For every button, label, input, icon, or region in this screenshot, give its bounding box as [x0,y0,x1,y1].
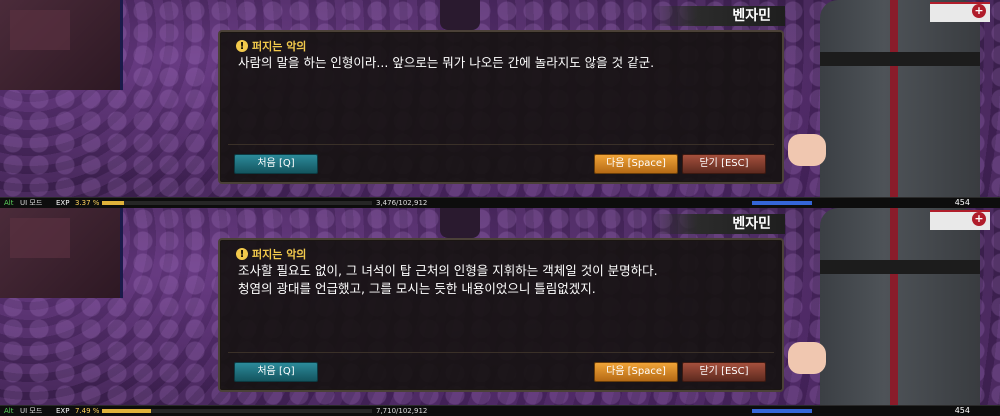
hand [788,342,826,374]
speaker-portrait: + [780,0,1000,208]
alt-key-label: Alt [4,407,14,415]
close-button[interactable]: 닫기 [ESC] [682,154,766,174]
cross-icon: + [972,212,986,226]
dialogue-text: 조사할 필요도 없이, 그 녀석이 탑 근처의 인형을 지휘하는 객체일 것이 … [238,263,658,296]
speaker-portrait: + [780,208,1000,416]
mp-bar [752,409,812,413]
dialogue-screen-1: + 벤자민 ! 퍼지는 악의 사람의 말을 하는 인형이라... 앞으로는 뭐가… [0,0,1000,208]
exp-bar [102,409,372,413]
dialogue-text: 사람의 말을 하는 인형이라... 앞으로는 뭐가 나오든 간에 놀라지도 않을… [238,55,655,70]
npc-figure [440,0,480,30]
coat-stripe [890,0,898,208]
quest-title-text: 퍼지는 악의 [252,248,307,261]
first-button[interactable]: 처음 [Q] [234,362,318,382]
divider [228,352,774,353]
warning-icon: ! [236,248,248,260]
hp-value: 454 [954,406,970,415]
speaker-name: 벤자민 [651,6,785,26]
divider [228,144,774,145]
exp-value: 3,476/102,912 [376,199,428,207]
hp-value: 454 [954,198,970,207]
dialogue-screen-2: + 벤자민 ! 퍼지는 악의 조사할 필요도 없이, 그 녀석이 탑 근처의 인… [0,208,1000,416]
quest-title-text: 퍼지는 악의 [252,40,307,53]
ui-mode-label[interactable]: UI 모드 [20,407,42,415]
exp-label: EXP [56,199,70,207]
exp-bar-fill [102,201,124,205]
exp-bar-fill [102,409,151,413]
crate-object [0,0,123,90]
ui-mode-label[interactable]: UI 모드 [20,199,42,207]
next-button[interactable]: 다음 [Space] [594,362,678,382]
warning-icon: ! [236,40,248,52]
exp-percent: 3.37 % [75,199,100,207]
next-button[interactable]: 다음 [Space] [594,154,678,174]
npc-figure [440,208,480,238]
close-button[interactable]: 닫기 [ESC] [682,362,766,382]
dialogue-box: ! 퍼지는 악의 사람의 말을 하는 인형이라... 앞으로는 뭐가 나오든 간… [218,30,784,184]
crate-object [0,208,123,298]
speaker-name: 벤자민 [651,214,785,234]
status-bar: Alt UI 모드 EXP 3.37 % 3,476/102,912 454 [0,197,1000,208]
mp-bar [752,201,812,205]
alt-key-label: Alt [4,199,14,207]
exp-label: EXP [56,407,70,415]
coat [820,0,980,208]
hand [788,134,826,166]
belt [820,52,980,66]
exp-percent: 7.49 % [75,407,100,415]
quest-title: ! 퍼지는 악의 [236,246,306,262]
cross-icon: + [972,4,986,18]
quest-title: ! 퍼지는 악의 [236,38,306,54]
coat-stripe [890,208,898,416]
dialogue-box: ! 퍼지는 악의 조사할 필요도 없이, 그 녀석이 탑 근처의 인형을 지휘하… [218,238,784,392]
status-bar: Alt UI 모드 EXP 7.49 % 7,710/102,912 454 [0,405,1000,416]
first-button[interactable]: 처음 [Q] [234,154,318,174]
exp-bar [102,201,372,205]
belt [820,260,980,274]
exp-value: 7,710/102,912 [376,407,428,415]
coat [820,208,980,416]
